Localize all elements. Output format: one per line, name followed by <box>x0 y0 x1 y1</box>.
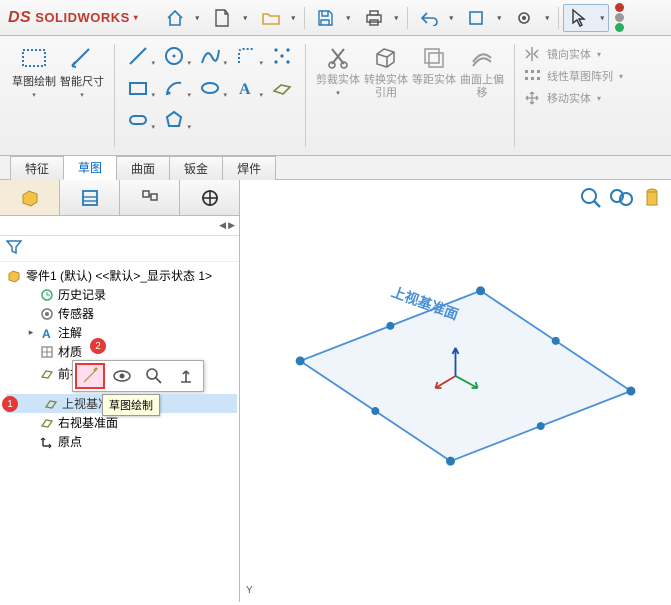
tab-sketch[interactable]: 草图 <box>63 155 117 180</box>
ribbon: 草图绘制 智能尺寸 A 剪裁实体 转换实 <box>0 36 671 156</box>
ctx-zoom-button[interactable] <box>139 363 169 389</box>
pattern-command[interactable]: 线性草图阵列▾ <box>523 68 623 84</box>
fm-nav-prev[interactable]: ◀ <box>219 220 226 231</box>
viewport-canvas: 上视基准面 <box>240 180 671 602</box>
plane-tool[interactable] <box>271 77 293 99</box>
tab-weldment[interactable]: 焊件 <box>222 156 276 180</box>
print-button[interactable] <box>357 4 403 32</box>
ctx-sketch-button[interactable] <box>75 363 105 389</box>
svg-text:A: A <box>42 327 51 340</box>
fm-nav-next[interactable]: ▶ <box>228 220 235 231</box>
fm-tab-property[interactable] <box>60 180 120 215</box>
offset-command[interactable]: 等距实体 <box>410 42 458 89</box>
zoom-area-icon[interactable] <box>609 186 635 213</box>
new-button[interactable] <box>206 4 252 32</box>
circle-tool[interactable] <box>163 45 185 67</box>
app-logo: DSSOLIDWORKS ▾ <box>8 9 138 27</box>
ctx-normal-button[interactable] <box>171 363 201 389</box>
feature-manager-panel: ◀ ▶ 零件1 (默认) <<默认>_显示状态 1> 历史记录 传感器 ▸A注解… <box>0 180 240 602</box>
quick-access-toolbar <box>158 3 624 32</box>
rebuild-button[interactable] <box>460 4 506 32</box>
tree-history[interactable]: 历史记录 <box>2 285 237 304</box>
feature-tree: 零件1 (默认) <<默认>_显示状态 1> 历史记录 传感器 ▸A注解 材质 … <box>0 262 239 455</box>
tab-surface[interactable]: 曲面 <box>116 156 170 180</box>
spline-tool[interactable] <box>199 45 221 67</box>
viewport-toolbar <box>579 186 663 213</box>
viewport-triad-label: Y <box>246 585 253 596</box>
fillet-tool[interactable] <box>235 45 257 67</box>
marker-1: 1 <box>2 396 18 412</box>
tab-features[interactable]: 特征 <box>10 156 64 180</box>
zoom-fit-icon[interactable] <box>579 186 603 213</box>
surface-offset-command[interactable]: 曲面上偏移 <box>458 42 506 102</box>
title-bar: DSSOLIDWORKS ▾ <box>0 0 671 36</box>
home-button[interactable] <box>158 4 204 32</box>
ctx-tooltip: 草图绘制 <box>102 394 160 416</box>
convert-command[interactable]: 转换实体引用 <box>362 42 410 102</box>
tree-material[interactable]: 材质 <box>2 342 237 361</box>
ellipse-tool[interactable] <box>199 77 221 99</box>
tree-annotations[interactable]: ▸A注解 <box>2 323 237 342</box>
fm-tab-config[interactable] <box>120 180 180 215</box>
point-tool[interactable] <box>271 45 293 67</box>
mirror-command[interactable]: 镜向实体▾ <box>523 46 623 62</box>
line-tool[interactable] <box>127 45 149 67</box>
open-button[interactable] <box>254 4 300 32</box>
fm-tab-tree[interactable] <box>0 180 60 215</box>
appearance-icon[interactable] <box>641 186 663 213</box>
options-button[interactable] <box>508 4 554 32</box>
select-button[interactable] <box>563 4 609 32</box>
trim-command[interactable]: 剪裁实体 <box>314 42 362 102</box>
fm-nav: ◀ ▶ <box>0 216 239 236</box>
svg-text:A: A <box>239 81 251 98</box>
slot-tool[interactable] <box>127 109 149 131</box>
undo-button[interactable] <box>412 4 458 32</box>
feature-manager-tabs <box>0 180 239 216</box>
graphics-viewport[interactable]: 上视基准面 Y <box>240 180 671 602</box>
sketch-tools-grid: A <box>123 42 297 134</box>
status-lights <box>615 3 624 32</box>
context-toolbar <box>72 360 204 392</box>
marker-2: 2 <box>90 338 106 354</box>
rectangle-tool[interactable] <box>127 77 149 99</box>
fm-tab-dimxpert[interactable] <box>180 180 239 215</box>
ctx-show-button[interactable] <box>107 363 137 389</box>
command-manager-tabs: 特征 草图 曲面 钣金 焊件 <box>0 156 671 180</box>
fm-filter[interactable] <box>0 236 239 262</box>
polygon-tool[interactable] <box>163 109 185 131</box>
tree-sensors[interactable]: 传感器 <box>2 304 237 323</box>
tab-sheetmetal[interactable]: 钣金 <box>169 156 223 180</box>
arc-tool[interactable] <box>163 77 185 99</box>
tree-origin[interactable]: 原点 <box>2 432 237 451</box>
main-area: ◀ ▶ 零件1 (默认) <<默认>_显示状态 1> 历史记录 传感器 ▸A注解… <box>0 180 671 602</box>
text-tool[interactable]: A <box>235 77 257 99</box>
move-command[interactable]: 移动实体▾ <box>523 90 623 106</box>
smart-dimension-command[interactable]: 智能尺寸 <box>58 42 106 104</box>
tree-part-root[interactable]: 零件1 (默认) <<默认>_显示状态 1> <box>2 266 237 285</box>
app-name: SOLIDWORKS <box>35 10 130 25</box>
sketch-command[interactable]: 草图绘制 <box>10 42 58 104</box>
save-button[interactable] <box>309 4 355 32</box>
